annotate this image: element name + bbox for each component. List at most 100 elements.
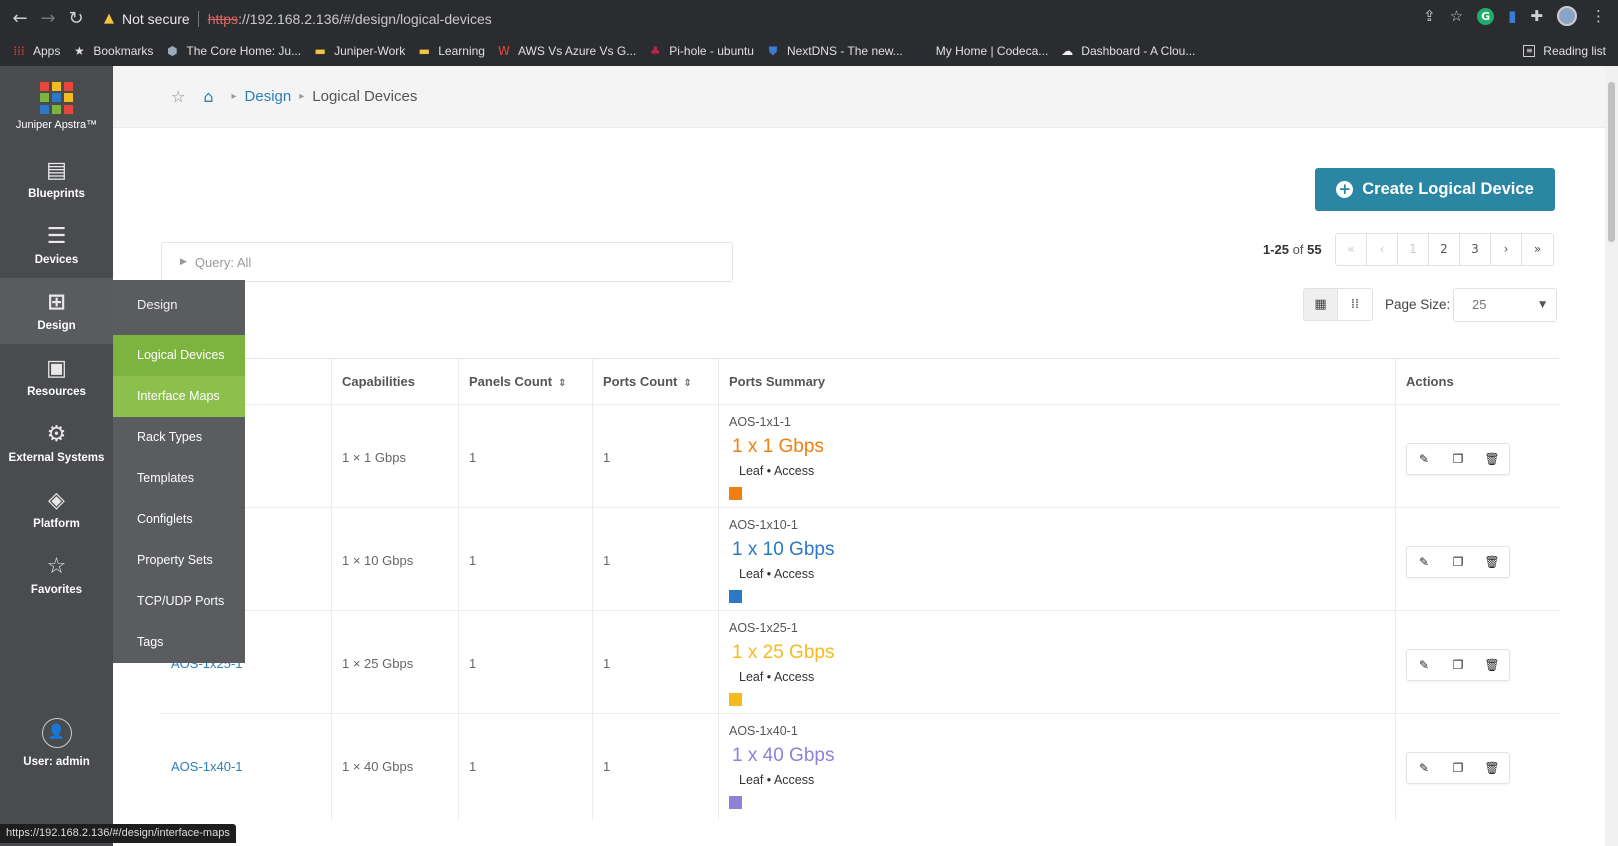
profile-avatar[interactable] <box>1557 6 1577 26</box>
flyout-item-tcp-udp-ports[interactable]: TCP/UDP Ports <box>113 581 245 622</box>
create-logical-device-button[interactable]: + Create Logical Device <box>1315 168 1555 211</box>
resources-icon: ▣ <box>46 356 67 381</box>
folder-icon: ▬ <box>314 44 326 58</box>
grid-view-icon[interactable]: ⁞⁞ <box>1338 289 1372 320</box>
devices-icon: ☰ <box>46 224 67 249</box>
reload-icon[interactable]: ↻ <box>62 8 90 29</box>
delete-icon[interactable]: 🗑 <box>1475 444 1509 474</box>
port-color-swatch <box>729 796 742 809</box>
delete-icon[interactable]: 🗑 <box>1475 650 1509 680</box>
ports-count-cell: 1 <box>592 405 718 511</box>
page-range: 1-25 <box>1263 242 1290 257</box>
user-label: User: admin <box>23 756 90 768</box>
sidebar-item-devices[interactable]: ☰ Devices <box>0 212 113 276</box>
table-row: 1 × 1 Gbps 1 1 AOS-1x1-1 1 x 1 Gbps Leaf • Ac… <box>161 404 1559 511</box>
sidebar-item-resources[interactable]: ▣ Resources <box>0 344 113 408</box>
clone-icon[interactable]: ❐ <box>1441 444 1475 474</box>
prev-page-button[interactable]: ‹ <box>1367 234 1398 265</box>
design-flyout-menu: Design Logical Devices Interface Maps Ra… <box>113 280 245 663</box>
sidebar-item-external-systems[interactable]: ⚙ External Systems <box>0 410 113 474</box>
first-page-button[interactable]: « <box>1336 234 1367 265</box>
favorite-star-icon[interactable]: ☆ <box>171 87 185 106</box>
edit-icon[interactable]: ✎ <box>1407 650 1441 680</box>
panels-count-cell: 1 <box>458 405 592 511</box>
next-page-button[interactable]: › <box>1491 234 1522 265</box>
page-3-button[interactable]: 3 <box>1460 234 1491 265</box>
sidebar-item-label: External Systems <box>8 452 105 464</box>
grammarly-extension-icon[interactable]: G <box>1477 7 1495 25</box>
table-view-icon[interactable]: ▦ <box>1304 289 1338 320</box>
flyout-item-rack-types[interactable]: Rack Types <box>113 417 245 458</box>
forward-icon[interactable]: → <box>34 8 62 29</box>
puzzle-extensions-icon[interactable]: ✚ <box>1530 7 1543 25</box>
security-label: Not secure <box>122 10 190 27</box>
sidebar-item-platform[interactable]: ◈ Platform <box>0 476 113 540</box>
page-size-select[interactable]: 25 ▼ <box>1453 288 1557 322</box>
bookmark-item[interactable]: ⛊ NextDNS - The new... <box>766 44 902 58</box>
bookmark-item[interactable]: W AWS Vs Azure Vs G... <box>497 44 636 58</box>
reading-list[interactable]: ≡ Reading list <box>1523 38 1606 64</box>
ports-summary-speed: 1 x 10 Gbps <box>732 539 835 560</box>
ports-count-header[interactable]: Ports Count ⇕ <box>592 359 718 404</box>
delete-icon[interactable]: 🗑 <box>1475 753 1509 783</box>
extension-icon[interactable]: ▮ <box>1508 7 1516 25</box>
edit-icon[interactable]: ✎ <box>1407 753 1441 783</box>
sidebar-item-design[interactable]: ⊞ Design <box>0 278 113 344</box>
edit-icon[interactable]: ✎ <box>1407 547 1441 577</box>
last-page-button[interactable]: » <box>1522 234 1553 265</box>
query-filter[interactable]: ▶ Query: All <box>161 242 733 282</box>
flyout-item-interface-maps[interactable]: Interface Maps <box>113 376 245 417</box>
flyout-item-property-sets[interactable]: Property Sets <box>113 540 245 581</box>
sidebar-item-label: Resources <box>27 386 86 398</box>
create-button-label: Create Logical Device <box>1362 180 1534 198</box>
delete-icon[interactable]: 🗑 <box>1475 547 1509 577</box>
page-1-button[interactable]: 1 <box>1398 234 1429 265</box>
address-bar[interactable]: ▲ Not secure https://192.168.2.136/#/des… <box>104 6 1512 31</box>
pagination-count: 1-25 of 55 <box>1263 242 1322 257</box>
bookmark-item[interactable]: ⁞⁞⁞ Apps <box>12 44 60 58</box>
apstra-logo[interactable]: Juniper Apstra™ <box>0 66 113 146</box>
capabilities-cell: 1 × 25 Gbps <box>331 611 458 717</box>
bookmark-item[interactable]: ⬢ The Core Home: Ju... <box>165 44 301 58</box>
breadcrumb: ☆ ⌂ ▸ Design ▸ Logical Devices <box>113 66 1605 128</box>
url-path: ://192.168.2.136/#/design/logical-device… <box>238 10 492 27</box>
bookmark-item[interactable]: ★ Bookmarks <box>72 44 153 58</box>
bookmark-label: Learning <box>438 44 485 58</box>
ports-summary-name: AOS-1x25-1 <box>729 621 798 635</box>
port-color-swatch <box>729 590 742 603</box>
page-2-button[interactable]: 2 <box>1429 234 1460 265</box>
logical-device-name-link[interactable]: AOS-1x40-1 <box>171 759 243 774</box>
flyout-item-templates[interactable]: Templates <box>113 458 245 499</box>
hexagon-icon: ⬢ <box>167 44 178 58</box>
clone-icon[interactable]: ❐ <box>1441 753 1475 783</box>
flyout-item-logical-devices[interactable]: Logical Devices <box>113 335 245 376</box>
panels-count-header[interactable]: Panels Count ⇕ <box>458 359 592 404</box>
caret-right-icon: ▶ <box>180 257 187 267</box>
bookmark-star-icon[interactable]: ☆ <box>1450 7 1463 25</box>
breadcrumb-design[interactable]: Design <box>245 88 292 105</box>
bookmark-item[interactable]: ▬ Juniper-Work <box>313 44 405 58</box>
flyout-item-configlets[interactable]: Configlets <box>113 499 245 540</box>
scrollbar-thumb[interactable] <box>1608 82 1615 242</box>
bookmark-item[interactable]: ☁ Dashboard - A Clou... <box>1060 44 1195 58</box>
user-menu[interactable]: 👤 User: admin <box>0 718 113 768</box>
ports-summary-role: Leaf • Access <box>739 567 815 581</box>
browser-menu-icon[interactable]: ⋮ <box>1591 7 1606 25</box>
bookmark-item[interactable]: ▢ My Home | Codeca... <box>915 44 1048 58</box>
bookmark-item[interactable]: ♣ Pi-hole - ubuntu <box>648 44 754 58</box>
flyout-heading: Design <box>137 297 178 312</box>
home-icon[interactable]: ⌂ <box>203 87 213 106</box>
ports-count-cell: 1 <box>592 611 718 717</box>
sidebar-item-blueprints[interactable]: ▤ Blueprints <box>0 146 113 210</box>
clone-icon[interactable]: ❐ <box>1441 650 1475 680</box>
back-icon[interactable]: ← <box>6 8 34 29</box>
sidebar-item-favorites[interactable]: ☆ Favorites <box>0 542 113 606</box>
bookmark-item[interactable]: ▬ Learning <box>417 44 485 58</box>
page-scrollbar[interactable] <box>1605 66 1618 846</box>
clone-icon[interactable]: ❐ <box>1441 547 1475 577</box>
view-toggle: ▦ ⁞⁞ <box>1303 288 1373 321</box>
edit-icon[interactable]: ✎ <box>1407 444 1441 474</box>
flyout-item-tags[interactable]: Tags <box>113 622 245 663</box>
share-icon[interactable]: ⇪ <box>1423 7 1436 25</box>
page-of: of <box>1292 242 1304 257</box>
